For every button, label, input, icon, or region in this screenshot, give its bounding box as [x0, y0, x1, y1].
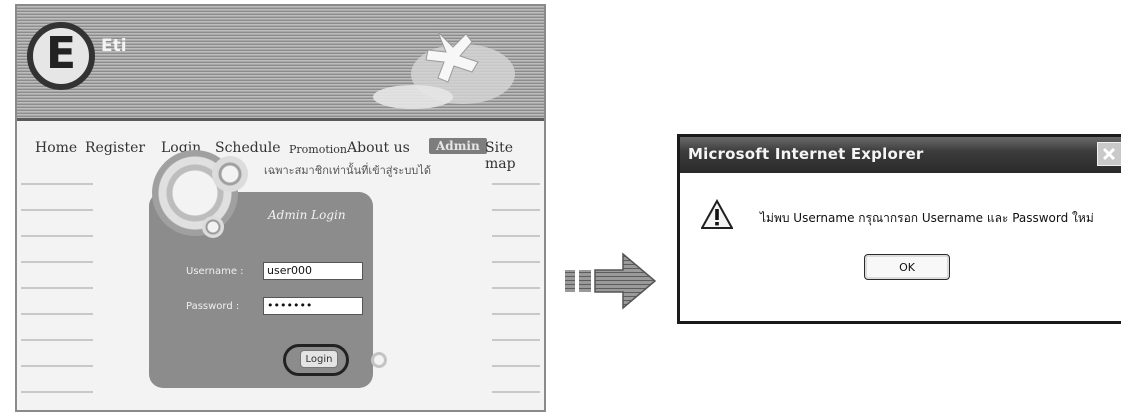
- dialog-message: ไม่พบ Username กรุณากรอก Username และ Pa…: [760, 211, 1094, 225]
- warning-icon: [701, 199, 733, 229]
- nav-admin[interactable]: Admin: [429, 138, 487, 154]
- site-nav: Home Register Login Schedule Promotion A…: [17, 134, 544, 172]
- login-button[interactable]: Login: [300, 350, 338, 368]
- logo-letter: E: [45, 28, 77, 79]
- username-input[interactable]: user000: [263, 262, 363, 280]
- right-arrow-icon: [565, 252, 657, 310]
- dialog-title: Microsoft Internet Explorer: [688, 145, 924, 163]
- username-label: Username :: [186, 266, 244, 277]
- nav-promotion[interactable]: Promotion: [289, 143, 347, 156]
- login-note: เฉพาะสมาชิกเท่านั้นที่เข้าสู่ระบบได้: [264, 164, 431, 177]
- site-brand: Eti: [101, 36, 127, 56]
- figure-illustration-icon: [373, 31, 515, 109]
- left-column-text: [21, 172, 93, 402]
- alert-dialog: Microsoft Internet Explorer ไม่พบ Userna…: [677, 134, 1121, 324]
- close-icon: [1102, 147, 1116, 161]
- site-logo: E: [27, 22, 95, 90]
- close-button[interactable]: [1097, 142, 1121, 166]
- nav-register[interactable]: Register: [85, 140, 145, 156]
- nav-home[interactable]: Home: [35, 140, 77, 156]
- nav-about-us[interactable]: About us: [347, 140, 410, 156]
- right-column-text: [492, 172, 540, 402]
- gear-decoration-icon: [202, 216, 224, 238]
- ok-button[interactable]: OK: [864, 254, 950, 280]
- password-label: Password :: [186, 301, 240, 312]
- site-banner: E Eti: [17, 6, 544, 121]
- dialog-titlebar: Microsoft Internet Explorer: [680, 137, 1121, 173]
- nav-schedule[interactable]: Schedule: [215, 140, 280, 156]
- refresh-icon: [371, 352, 387, 368]
- password-input[interactable]: •••••••: [263, 297, 363, 315]
- gear-decoration-icon: [212, 156, 248, 192]
- login-panel-title: Admin Login: [268, 208, 346, 222]
- nav-site-map[interactable]: Site map: [485, 140, 544, 172]
